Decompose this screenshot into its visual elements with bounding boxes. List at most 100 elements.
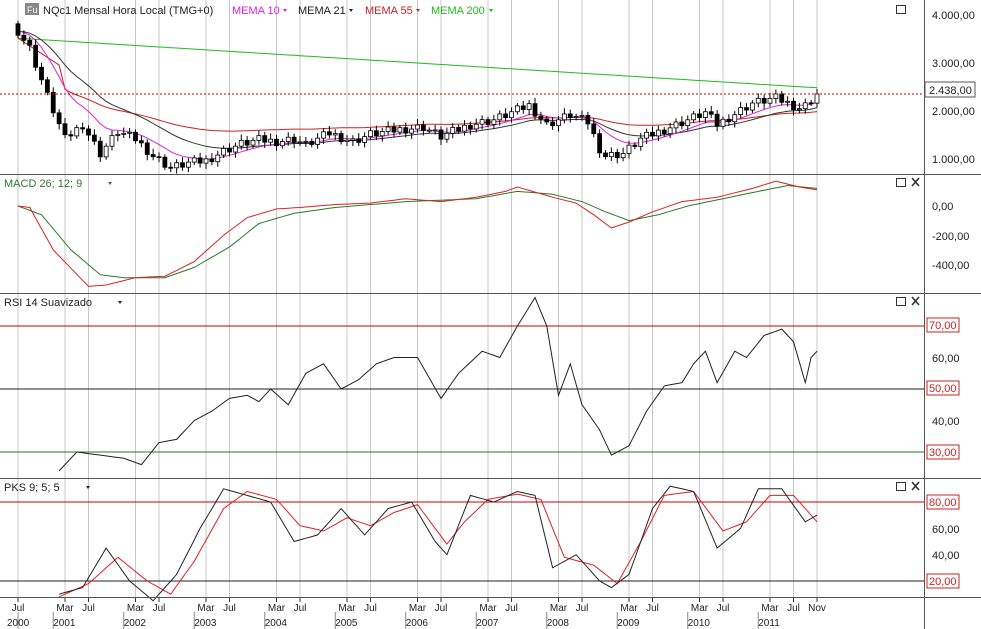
rsi-tick-label: 70,00 — [929, 320, 957, 332]
candle-body — [702, 111, 708, 118]
candle-body — [509, 111, 514, 118]
candle-body — [620, 152, 626, 159]
rsi-title[interactable]: RSI 14 Suavizado — [4, 297, 92, 309]
candle-body — [738, 107, 744, 116]
candle-body — [144, 142, 150, 155]
candle-body — [326, 131, 332, 136]
candle-body — [50, 91, 56, 114]
rsi-tick-label: 50,00 — [929, 383, 957, 395]
candle-body — [497, 113, 503, 121]
candle-body — [203, 158, 209, 164]
candle-body — [591, 123, 597, 135]
pks-tick-label: 80,00 — [929, 497, 957, 509]
candle-body — [174, 162, 180, 169]
candle-body — [573, 116, 579, 118]
candle-body — [215, 154, 221, 163]
candle-body — [796, 108, 802, 111]
month-tick-label: Mar — [691, 603, 709, 614]
candle-body — [479, 119, 485, 125]
legend-mema10[interactable]: MEMA 10 — [232, 5, 280, 17]
candle-body — [368, 130, 373, 138]
candle-body — [726, 118, 732, 123]
month-tick-label: Mar — [56, 603, 74, 614]
legend-mema55[interactable]: MEMA 55 — [365, 5, 413, 17]
candle-body — [808, 102, 814, 105]
year-tick-label: 2002 — [124, 618, 147, 629]
candle-body — [309, 140, 315, 145]
month-tick-label: Mar — [479, 603, 497, 614]
candle-body — [462, 124, 467, 132]
candle-body — [274, 138, 279, 147]
price-tick-label: 1.000,00 — [932, 154, 975, 166]
month-tick-label: Mar — [338, 603, 356, 614]
month-tick-label: Mar — [550, 603, 568, 614]
price-tick-label: 4.000,00 — [932, 10, 975, 22]
candle-body — [250, 139, 256, 146]
candle-body — [56, 112, 62, 125]
fu-badge-label: Fu — [27, 5, 38, 15]
candle-body — [550, 121, 556, 127]
candle-body — [767, 98, 773, 104]
candle-body — [526, 103, 532, 110]
symbol-title[interactable]: NQc1 Mensal Hora Local (TMG+0) — [43, 5, 213, 17]
candle-body — [227, 148, 232, 153]
candle-body — [608, 152, 614, 158]
candle-body — [802, 102, 808, 110]
candle-body — [456, 127, 462, 132]
candle-body — [185, 161, 191, 168]
candle-body — [209, 158, 215, 163]
candle-body — [285, 136, 291, 142]
year-tick-label: 2003 — [194, 618, 217, 629]
candle-body — [538, 115, 544, 120]
candle-body — [97, 140, 103, 158]
candle-body — [432, 129, 438, 132]
macd-title[interactable]: MACD 26; 12; 9 — [4, 178, 82, 190]
candle-body — [373, 130, 379, 137]
month-tick-label: Jul — [153, 603, 166, 614]
month-tick-label: Mar — [127, 603, 145, 614]
candle-body — [467, 124, 473, 130]
pks-title[interactable]: PKS 9; 5; 5 — [4, 482, 60, 494]
candle-body — [761, 97, 767, 104]
pks-tick-label: 20,00 — [929, 576, 957, 588]
candle-body — [785, 100, 791, 103]
macd-tick-label: 0,00 — [932, 201, 953, 213]
candle-body — [614, 152, 620, 159]
candle-body — [21, 34, 27, 41]
month-tick-label: Mar — [268, 603, 286, 614]
candle-body — [109, 135, 115, 147]
candle-body — [338, 133, 344, 143]
month-tick-label: Jul — [364, 603, 377, 614]
candle-body — [162, 156, 168, 168]
legend-mema21[interactable]: MEMA 21 — [298, 5, 346, 17]
candle-body — [409, 128, 415, 134]
legend-mema200[interactable]: MEMA 200 — [431, 5, 485, 17]
candle-body — [115, 133, 121, 136]
candle-body — [415, 124, 420, 130]
candle-body — [197, 157, 203, 164]
candle-body — [244, 139, 250, 146]
candle-body — [450, 127, 456, 134]
current-price-badge: 2.438,00 — [924, 81, 976, 98]
candle-body — [650, 131, 655, 137]
rsi-tick-label: 30,00 — [929, 447, 957, 459]
candle-body — [749, 102, 755, 111]
candle-body — [814, 93, 820, 104]
candle-body — [685, 119, 691, 127]
candle-body — [444, 132, 450, 140]
candle-body — [491, 119, 497, 125]
candle-body — [15, 23, 21, 36]
candle-body — [544, 118, 550, 123]
pks-tick-label: 40,00 — [932, 550, 960, 562]
candle-body — [44, 79, 50, 93]
candle-body — [86, 128, 91, 136]
year-tick-label: 2001 — [53, 618, 76, 629]
candle-body — [691, 113, 697, 121]
candle-body — [262, 135, 268, 143]
candle-body — [638, 137, 644, 147]
candle-body — [791, 100, 796, 111]
candle-body — [291, 136, 297, 143]
candle-body — [532, 103, 538, 117]
candle-body — [256, 135, 262, 141]
candle-body — [420, 124, 426, 131]
